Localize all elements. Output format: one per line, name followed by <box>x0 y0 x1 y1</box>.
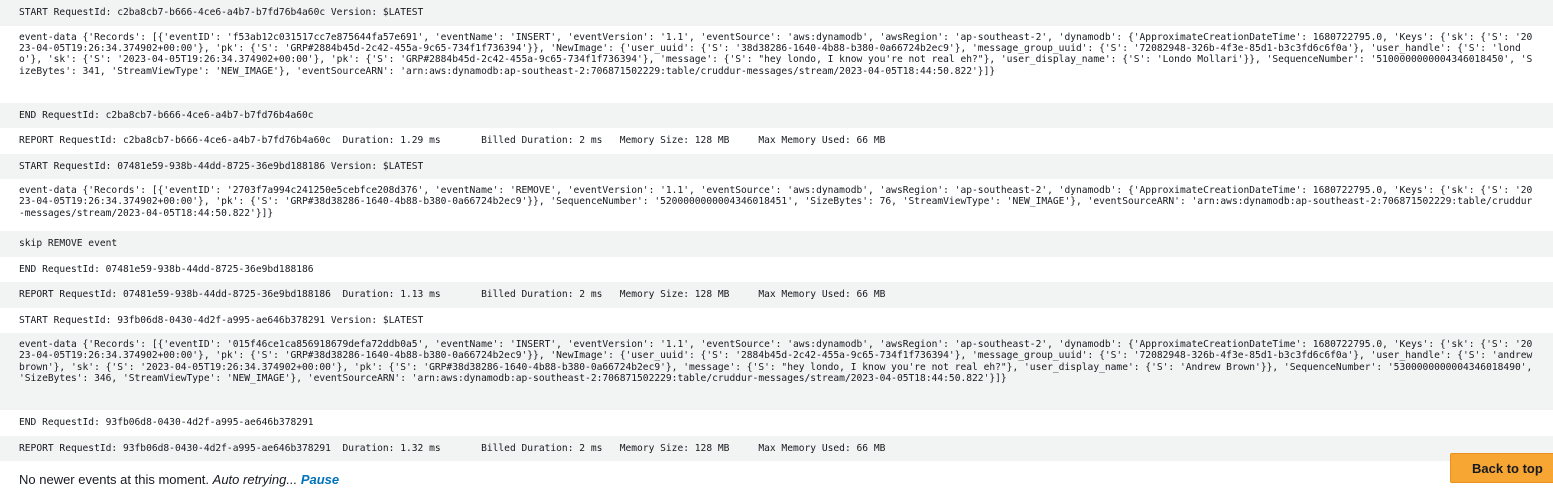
log-row[interactable]: START RequestId: 93fb06d8-0430-4d2f-a995… <box>0 308 1553 334</box>
pause-link[interactable]: Pause <box>301 472 339 487</box>
log-row[interactable]: END RequestId: c2ba8cb7-b666-4ce6-a4b7-b… <box>0 102 1553 128</box>
log-row[interactable]: REPORT RequestId: 93fb06d8-0430-4d2f-a99… <box>0 435 1553 461</box>
log-row[interactable]: REPORT RequestId: c2ba8cb7-b666-4ce6-a4b… <box>0 128 1553 154</box>
back-to-top-button[interactable]: Back to top <box>1450 453 1553 483</box>
log-row[interactable]: skip REMOVE event <box>0 231 1553 257</box>
no-newer-events-text: No newer events at this moment. <box>19 472 213 487</box>
log-events-list: START RequestId: c2ba8cb7-b666-4ce6-a4b7… <box>0 0 1553 461</box>
log-row[interactable]: END RequestId: 07481e59-938b-44dd-8725-3… <box>0 257 1553 283</box>
log-row[interactable]: event-data {'Records': [{'eventID': 'f53… <box>0 26 1553 103</box>
log-row[interactable]: event-data {'Records': [{'eventID': '015… <box>0 333 1553 410</box>
log-row[interactable]: START RequestId: 07481e59-938b-44dd-8725… <box>0 153 1553 179</box>
log-footer-status: No newer events at this moment. Auto ret… <box>19 472 339 487</box>
auto-retrying-text: Auto retrying... <box>212 472 301 487</box>
log-row[interactable]: REPORT RequestId: 07481e59-938b-44dd-872… <box>0 282 1553 308</box>
log-row[interactable]: START RequestId: c2ba8cb7-b666-4ce6-a4b7… <box>0 0 1553 26</box>
log-row[interactable]: event-data {'Records': [{'eventID': '270… <box>0 179 1553 231</box>
log-row[interactable]: END RequestId: 93fb06d8-0430-4d2f-a995-a… <box>0 410 1553 436</box>
